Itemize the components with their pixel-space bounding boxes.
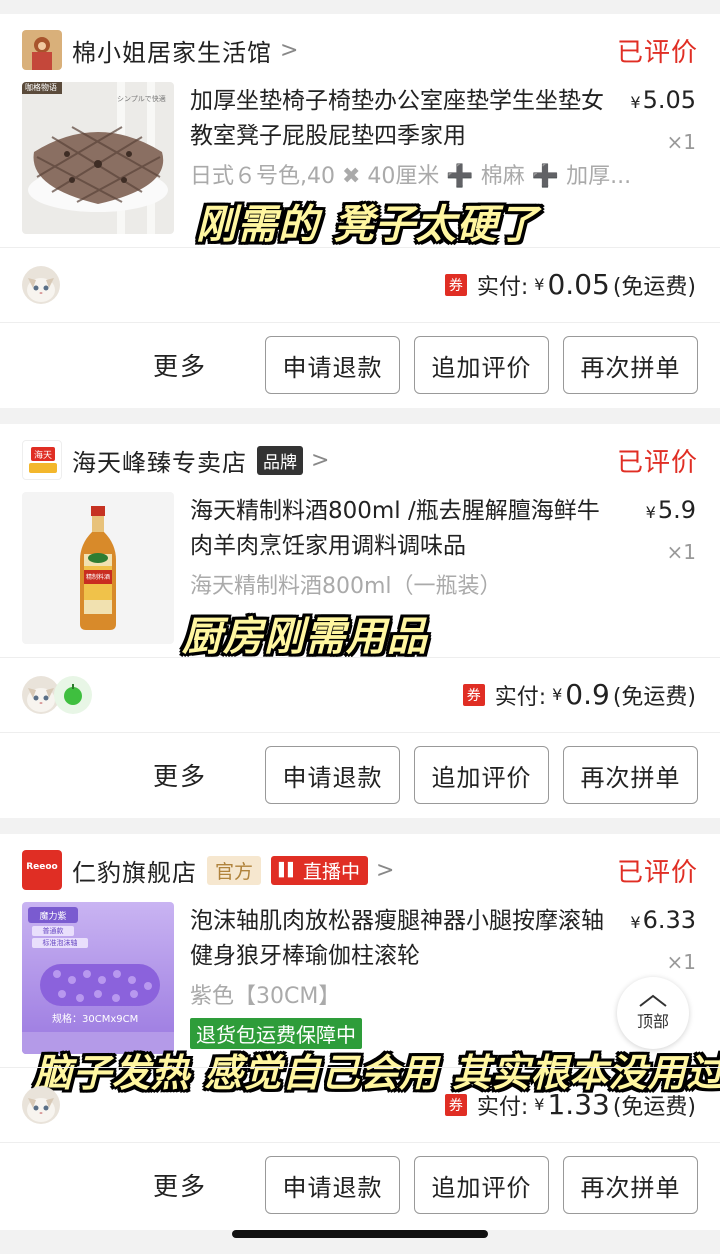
product-quantity: ×1 — [666, 130, 696, 154]
overlay-caption: 厨房刚需用品 — [182, 614, 428, 660]
order-actions: 更多 申请退款 追加评价 再次拼单 — [153, 746, 698, 804]
more-button[interactable]: 更多 — [153, 347, 207, 383]
product-quantity: ×1 — [666, 540, 696, 564]
paid-amount: 0.9 — [565, 678, 610, 711]
order-actions: 更多 申请退款 追加评价 再次拼单 — [153, 1156, 698, 1214]
product-quantity: ×1 — [666, 950, 696, 974]
request-refund-button[interactable]: 申请退款 — [265, 336, 400, 394]
paid-currency: ¥ — [552, 685, 563, 704]
add-review-button[interactable]: 追加评价 — [414, 1156, 549, 1214]
rebuy-button[interactable]: 再次拼单 — [563, 746, 698, 804]
paid-label: 实付: — [476, 274, 529, 300]
shop-logo: Reeoo — [22, 850, 62, 890]
shipping-note: (免运费) — [612, 1094, 696, 1120]
back-to-top-label: 顶部 — [636, 1012, 669, 1031]
request-refund-button[interactable]: 申请退款 — [265, 746, 400, 804]
order-status: 已评价 — [616, 858, 698, 888]
paid-currency: ¥ — [534, 275, 545, 294]
coupon-badge: 券 — [462, 683, 485, 706]
shop-header[interactable]: 海天 海天峰臻专卖店 品牌 > — [22, 440, 329, 480]
product-sku: 海天精制料酒800ml（一瓶装） — [190, 574, 502, 599]
order-actions: 更多 申请退款 追加评价 再次拼单 — [153, 336, 698, 394]
brand-badge: 品牌 — [257, 445, 303, 475]
rebuy-button[interactable]: 再次拼单 — [563, 336, 698, 394]
divider — [0, 247, 720, 248]
shop-name: 海天峰臻专卖店 — [72, 448, 247, 477]
buyer-avatar — [54, 676, 92, 714]
paid-label: 实付: — [494, 684, 547, 710]
product-title[interactable]: 加厚坐垫椅子椅垫办公室座垫学生坐垫女教室凳子屁股屁垫四季家用 — [190, 84, 610, 154]
live-bars-icon: ▌▌ — [279, 862, 298, 878]
add-review-button[interactable]: 追加评价 — [414, 336, 549, 394]
shop-name: 棉小姐居家生活馆 — [72, 38, 272, 67]
divider — [0, 657, 720, 658]
shop-logo: 海天 — [22, 440, 62, 480]
chevron-up-icon — [639, 994, 667, 1007]
shipping-note: (免运费) — [612, 274, 696, 300]
rebuy-button[interactable]: 再次拼单 — [563, 1156, 698, 1214]
product-price: ¥6.33 — [630, 906, 696, 934]
thumb-subtag: 标准泡沫轴 — [42, 939, 78, 947]
divider — [0, 322, 720, 323]
shop-logo-text: 海天 — [33, 451, 52, 461]
thumb-spec: 规格：30CMx9CM — [52, 1014, 139, 1025]
order-status: 已评价 — [616, 448, 698, 478]
chevron-right-icon: > — [311, 447, 330, 473]
shop-logo — [22, 30, 62, 70]
add-review-button[interactable]: 追加评价 — [414, 746, 549, 804]
buyer-avatar — [22, 266, 60, 304]
coupon-badge: 券 — [444, 1093, 467, 1116]
back-to-top-button[interactable]: 顶部 — [617, 977, 689, 1049]
shipping-note: (免运费) — [612, 684, 696, 710]
live-badge-label: 直播中 — [303, 860, 361, 883]
paid-amount: 0.05 — [547, 268, 610, 301]
live-badge: ▌▌ 直播中 — [271, 855, 369, 885]
product-price: ¥5.9 — [645, 496, 696, 524]
order-status: 已评价 — [616, 38, 698, 68]
order-card: 海天 海天峰臻专卖店 品牌 > 已评价 精制料酒 海天精制料酒800ml /瓶去… — [0, 424, 720, 818]
shop-header[interactable]: 棉小姐居家生活馆 > — [22, 30, 298, 70]
product-sku: 紫色【30CM】 — [190, 984, 341, 1009]
order-card: 棉小姐居家生活馆 > 已评价 咖格物语 シンプルで快適 加厚坐垫椅子椅垫办公室座… — [0, 14, 720, 408]
product-image[interactable]: 咖格物语 シンプルで快適 — [22, 82, 174, 234]
payment-summary: 券 实付: ¥ 1.33 (免运费) — [444, 1088, 696, 1121]
paid-currency: ¥ — [534, 1095, 545, 1114]
order-card: Reeoo 仁豹旗舰店 官方 ▌▌ 直播中 > 已评价 魔力紫 普通款 标准泡沫… — [0, 834, 720, 1230]
thumb-tag: 魔力紫 — [39, 912, 67, 922]
divider — [0, 1067, 720, 1068]
divider — [0, 1142, 720, 1143]
payment-summary: 券 实付: ¥ 0.9 (免运费) — [462, 678, 696, 711]
shop-header[interactable]: Reeoo 仁豹旗舰店 官方 ▌▌ 直播中 > — [22, 850, 394, 890]
divider — [0, 732, 720, 733]
chevron-right-icon: > — [280, 37, 299, 63]
shop-logo-text: Reeoo — [26, 862, 58, 872]
paid-amount: 1.33 — [547, 1088, 610, 1121]
more-button[interactable]: 更多 — [153, 1167, 207, 1203]
product-title[interactable]: 泡沫轴肌肉放松器瘦腿神器小腿按摩滚轴健身狼牙棒瑜伽柱滚轮 — [190, 904, 610, 974]
paid-label: 实付: — [476, 1094, 529, 1120]
product-image[interactable]: 魔力紫 普通款 标准泡沫轴 规格：30CMx9CM — [22, 902, 174, 1054]
payment-summary: 券 实付: ¥ 0.05 (免运费) — [444, 268, 696, 301]
product-sku: 日式６号色,40 ✖ 40厘米 ➕ 棉麻 ➕ 加厚... — [190, 164, 632, 189]
official-badge: 官方 — [207, 855, 262, 885]
thumb-subtag: 普通款 — [42, 927, 64, 935]
more-button[interactable]: 更多 — [153, 757, 207, 793]
buyer-avatar — [22, 1086, 60, 1124]
home-indicator — [232, 1230, 488, 1238]
request-refund-button[interactable]: 申请退款 — [265, 1156, 400, 1214]
coupon-badge: 券 — [444, 273, 467, 296]
thumb-brand-text: 咖格物语 — [25, 83, 57, 92]
overlay-caption: 刚需的 凳子太硬了 — [196, 202, 539, 248]
bottle-label-text: 精制料酒 — [85, 574, 110, 581]
chevron-right-icon: > — [376, 857, 395, 883]
product-title[interactable]: 海天精制料酒800ml /瓶去腥解膻海鲜牛肉羊肉烹饪家用调料调味品 — [190, 494, 610, 564]
product-image[interactable]: 精制料酒 — [22, 492, 174, 644]
product-price: ¥5.05 — [630, 86, 696, 114]
shop-name: 仁豹旗舰店 — [72, 858, 197, 887]
thumb-tagline: シンプルで快適 — [117, 95, 166, 103]
